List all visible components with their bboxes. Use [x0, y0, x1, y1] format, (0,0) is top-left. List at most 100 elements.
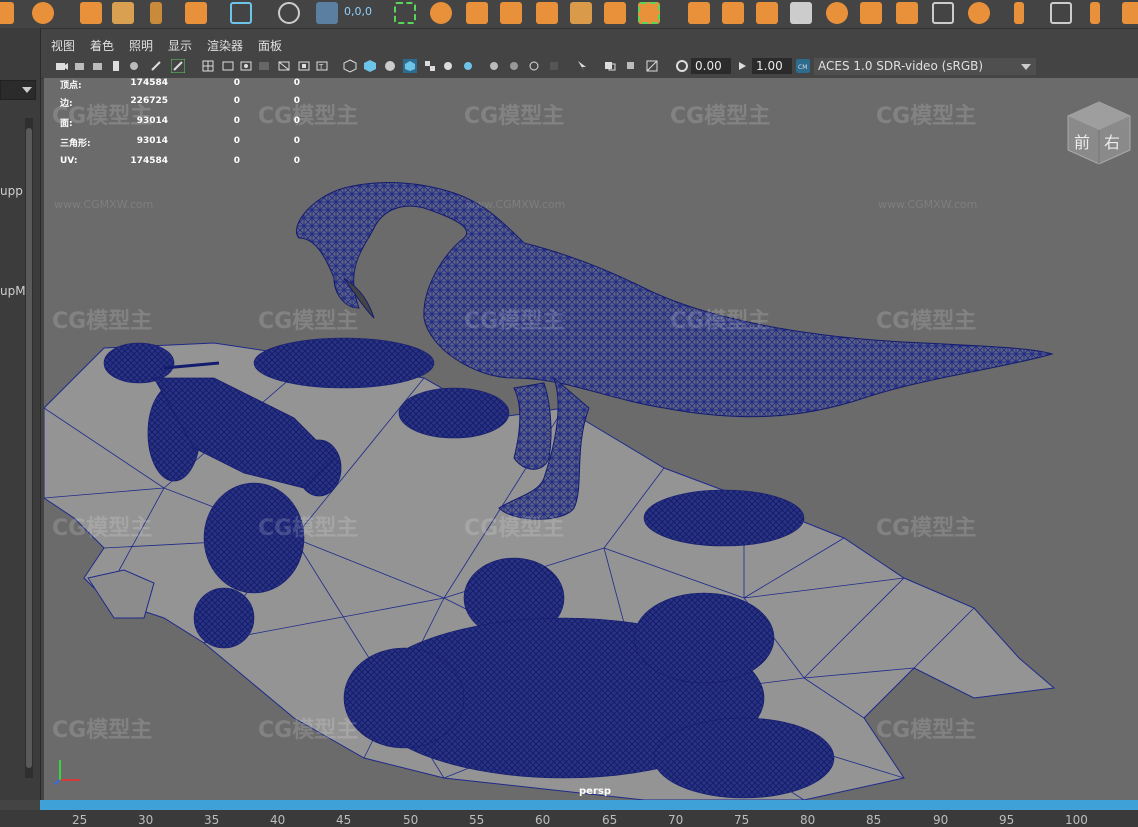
checker-icon[interactable] [423, 59, 437, 73]
color-management-icon[interactable]: CM [796, 59, 810, 73]
gamma-field[interactable]: 1.00 [752, 58, 792, 74]
film-gate-icon[interactable] [221, 59, 235, 73]
shelf-value: 0,0,0 [344, 5, 372, 18]
watermark-url: www.CGMXW.com [466, 198, 566, 211]
hud-value: 0 [293, 96, 300, 106]
menu-renderer[interactable]: 渲染器 [207, 37, 243, 54]
textured-icon[interactable] [403, 59, 417, 73]
shelf-tool-icon[interactable] [860, 2, 882, 24]
menu-show[interactable]: 显示 [168, 37, 192, 54]
panel-dropdown[interactable] [0, 80, 36, 100]
menu-shading[interactable]: 着色 [90, 37, 114, 54]
safe-action-icon[interactable] [297, 59, 311, 73]
menu-lighting[interactable]: 照明 [129, 37, 153, 54]
camera-icon[interactable] [55, 59, 69, 73]
shelf-tool-icon[interactable] [1090, 2, 1100, 24]
resolution-gate-icon[interactable] [239, 59, 253, 73]
scrollbar-thumb[interactable] [26, 128, 32, 768]
hud-label: 边: [60, 99, 73, 109]
camera-lock-icon[interactable] [73, 59, 87, 73]
gamma-icon[interactable] [735, 59, 749, 73]
menu-panels[interactable]: 面板 [258, 37, 282, 54]
shelf-tool-icon[interactable] [80, 2, 102, 24]
shelf-tool-icon[interactable] [570, 2, 592, 24]
smooth-shade-icon[interactable] [363, 59, 377, 73]
grid-icon[interactable] [230, 2, 252, 24]
scene-wireframe[interactable] [44, 78, 1138, 800]
motion-blur-icon[interactable] [507, 59, 521, 73]
shadows-icon[interactable] [461, 59, 475, 73]
anti-alias-icon[interactable] [527, 59, 541, 73]
ambient-occlusion-icon[interactable] [487, 59, 501, 73]
shelf-tool-icon[interactable] [394, 2, 416, 24]
shelf-tool-icon[interactable] [896, 2, 918, 24]
wireframe-on-shaded-icon[interactable] [383, 59, 397, 73]
safe-title-icon[interactable]: T [315, 59, 329, 73]
exposure-field[interactable]: 0.00 [691, 58, 731, 74]
hud-value: 0 [233, 96, 240, 106]
bookmark-icon[interactable] [109, 59, 123, 73]
shelf-tool-icon[interactable] [1122, 2, 1138, 24]
shelf-tool-icon[interactable] [316, 2, 338, 24]
watermark-logo: CG模型主 [52, 718, 153, 743]
xray-joints-icon[interactable] [625, 59, 639, 73]
shelf-tool-icon[interactable] [826, 2, 848, 24]
shelf-tool-icon[interactable] [500, 2, 522, 24]
isolate-select-icon[interactable] [575, 59, 589, 73]
grease-pencil-icon[interactable] [149, 59, 163, 73]
shelf-tool-icon[interactable] [932, 2, 954, 24]
time-slider[interactable]: 25 30 35 40 45 50 55 60 65 70 75 80 85 9… [0, 810, 1138, 827]
exposure-icon[interactable] [675, 59, 689, 73]
shelf-tool-icon[interactable] [688, 2, 710, 24]
shelf-tool-icon[interactable] [722, 2, 744, 24]
depth-of-field-icon[interactable] [547, 59, 561, 73]
gate-mask-icon[interactable] [257, 59, 271, 73]
axis-gizmo [54, 760, 80, 785]
svg-text:T: T [318, 63, 324, 71]
timeline-tick: 95 [999, 813, 1015, 827]
shelf-tool-icon[interactable] [790, 2, 812, 24]
svg-text:CM: CM [798, 64, 807, 71]
view-cube[interactable]: 前 右 [1066, 100, 1132, 166]
grease-pencil-active-icon[interactable] [171, 59, 185, 73]
lights-icon[interactable] [441, 59, 455, 73]
timeline-tick: 100 [1065, 813, 1088, 827]
panel-label: upp [0, 184, 23, 198]
timeline-tick: 55 [469, 813, 485, 827]
view-cube-right-label[interactable]: 右 [1104, 133, 1120, 152]
shelf-tool-icon[interactable] [604, 2, 626, 24]
view-cube-front-label[interactable]: 前 [1074, 133, 1090, 152]
shelf-tool-icon[interactable] [32, 2, 54, 24]
timeline-tick: 60 [535, 813, 551, 827]
xray-components-icon[interactable] [645, 59, 659, 73]
shelf-tool-icon[interactable] [536, 2, 558, 24]
view-transform-select[interactable]: ACES 1.0 SDR-video (sRGB) [814, 58, 1036, 75]
shelf-tool-icon[interactable] [278, 2, 300, 24]
field-chart-icon[interactable] [277, 59, 291, 73]
shelf-tool-icon[interactable] [0, 2, 14, 24]
shelf-tool-icon[interactable] [430, 2, 452, 24]
watermark-logo: CG模型主 [258, 516, 359, 541]
watermark-logo: CG模型主 [52, 309, 153, 334]
shelf-tool-icon[interactable] [1050, 2, 1072, 24]
menu-view[interactable]: 视图 [51, 37, 75, 54]
shelf-tool-icon[interactable] [112, 2, 134, 24]
shelf-tool-icon[interactable] [968, 2, 990, 24]
shelf-tool-icon[interactable] [150, 2, 162, 24]
xray-icon[interactable] [603, 59, 617, 73]
viewport-persp[interactable]: CG模型主 CG模型主 CG模型主 CG模型主 CG模型主 www.CGMXW.… [44, 78, 1138, 800]
hud-label: UV: [60, 156, 78, 166]
svg-icon[interactable] [185, 2, 207, 24]
watermark-logo: CG模型主 [258, 309, 359, 334]
shelf-tool-icon[interactable] [638, 2, 660, 24]
shelf-tool-icon[interactable] [1014, 2, 1024, 24]
time-slider-bar[interactable] [40, 800, 1138, 810]
wireframe-shading-icon[interactable] [343, 59, 357, 73]
image-plane-icon[interactable] [127, 59, 141, 73]
hud-value: 0 [233, 116, 240, 126]
shelf-tool-icon[interactable] [756, 2, 778, 24]
grid-toggle-icon[interactable] [201, 59, 215, 73]
shelf-tool-icon[interactable] [466, 2, 488, 24]
hud-label: 三角形: [60, 139, 91, 149]
camera-attr-icon[interactable] [91, 59, 105, 73]
